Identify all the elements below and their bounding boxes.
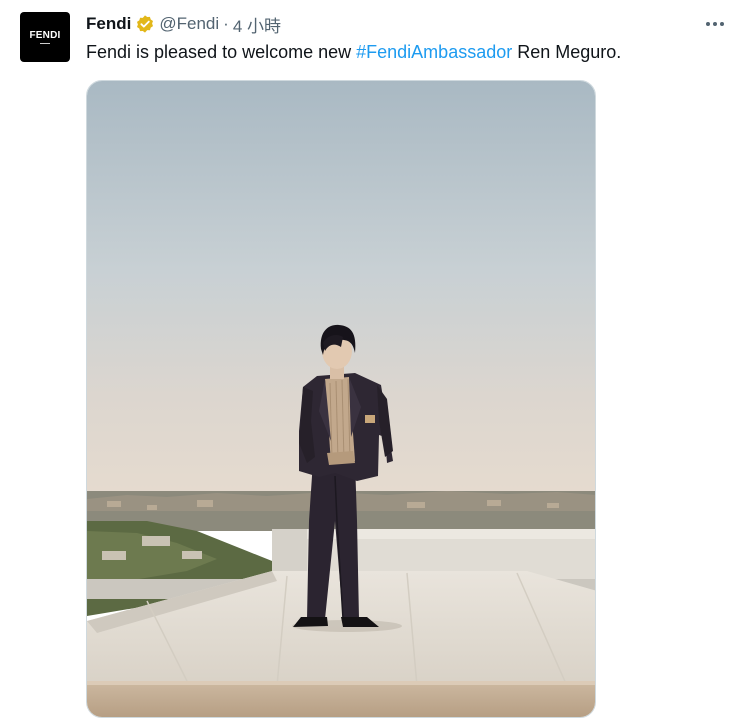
- timestamp[interactable]: 4 小時: [233, 12, 281, 37]
- tweet-text-after: Ren Meguro.: [512, 42, 622, 62]
- user-handle[interactable]: @Fendi: [159, 14, 219, 34]
- hashtag-link[interactable]: #FendiAmbassador: [356, 42, 512, 62]
- display-name[interactable]: Fendi: [86, 14, 131, 34]
- more-options-icon[interactable]: [702, 14, 728, 34]
- avatar[interactable]: FENDI: [20, 12, 70, 62]
- verified-badge-icon[interactable]: [135, 14, 155, 34]
- tweet-photo[interactable]: [86, 80, 596, 718]
- separator-dot: ·: [223, 14, 229, 33]
- tweet-text: Fendi is pleased to welcome new #FendiAm…: [86, 40, 621, 64]
- logo-divider: [20, 43, 70, 45]
- tweet[interactable]: FENDI Fendi @Fendi · 4 小時 Fendi is pleas…: [0, 0, 742, 726]
- tweet-header: Fendi @Fendi · 4 小時: [86, 12, 281, 36]
- photo-ren-meguro-rooftop: [87, 81, 595, 717]
- fendi-logo: FENDI: [29, 30, 61, 41]
- tweet-text-before: Fendi is pleased to welcome new: [86, 42, 357, 62]
